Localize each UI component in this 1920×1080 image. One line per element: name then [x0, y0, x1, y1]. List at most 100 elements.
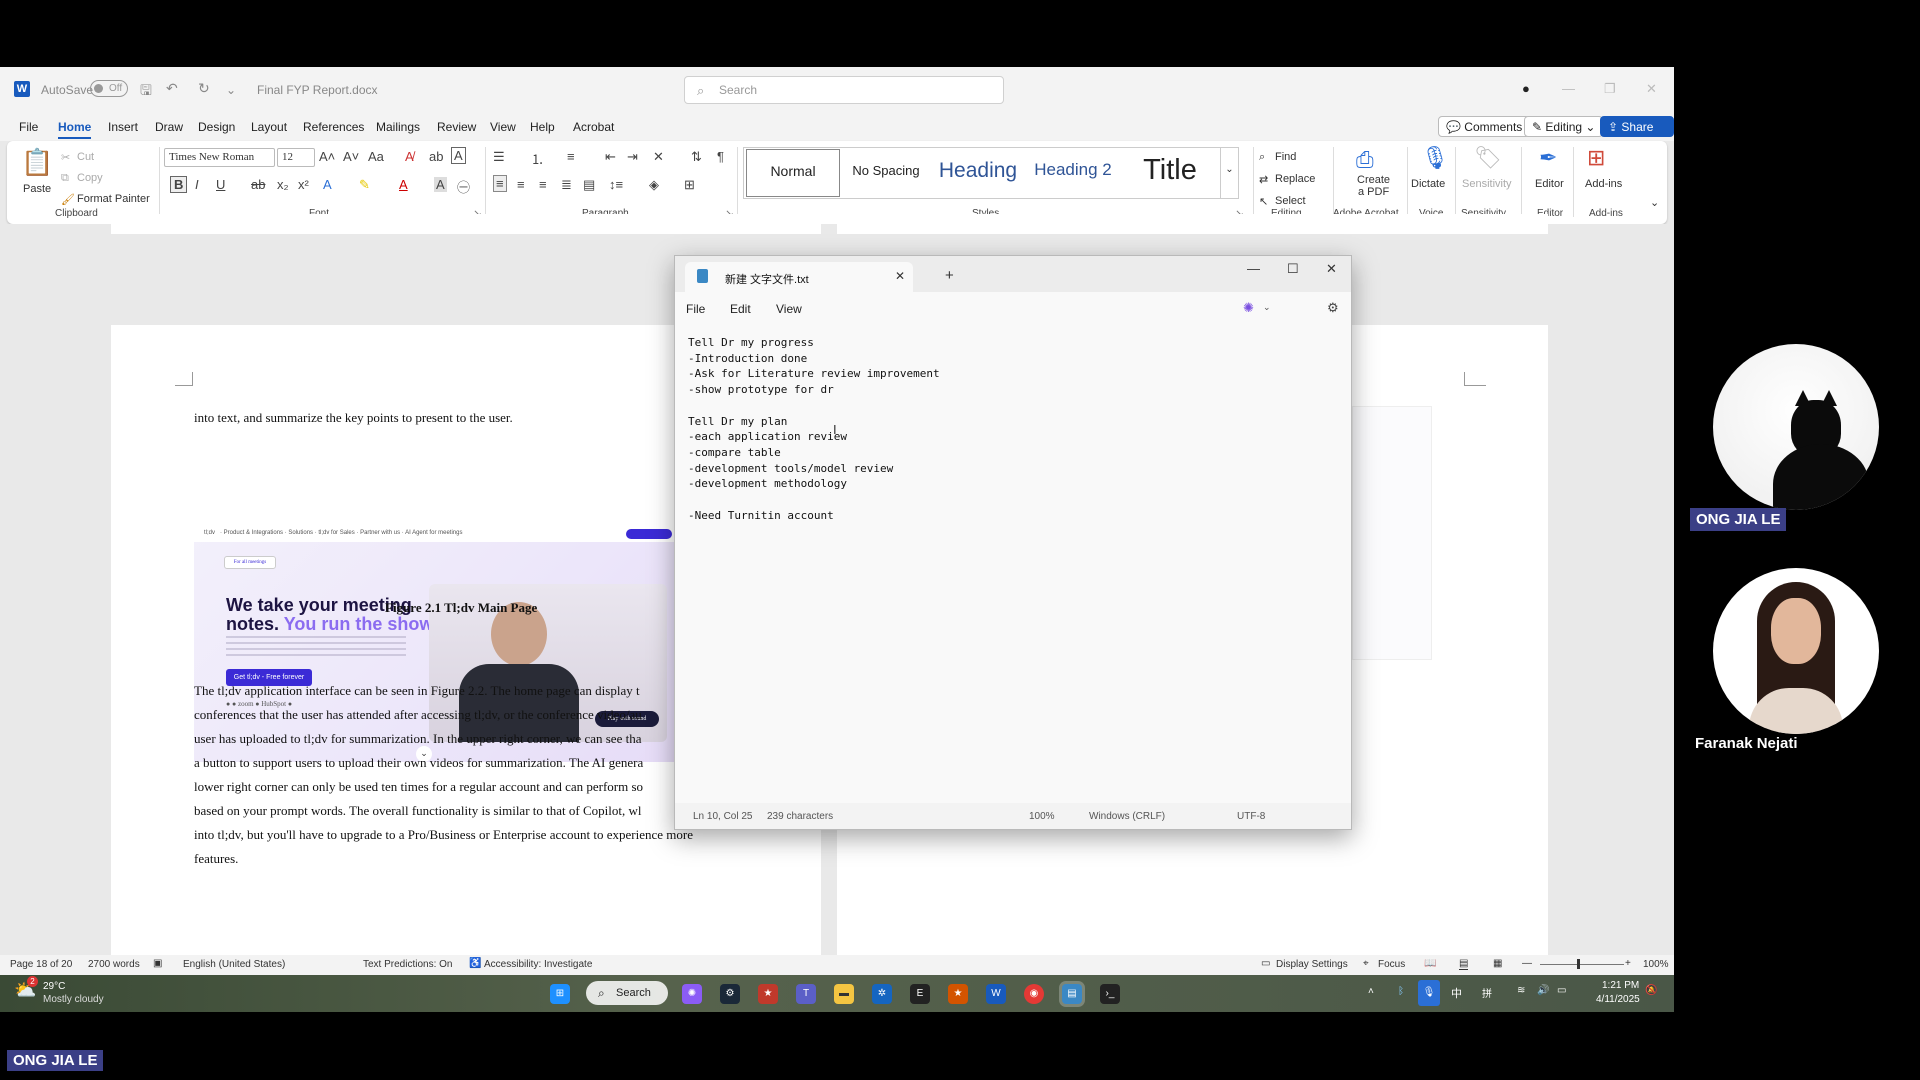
- new-tab-icon[interactable]: +: [945, 267, 954, 284]
- style-no-spacing[interactable]: No Spacing: [842, 148, 930, 198]
- restore-icon[interactable]: ❐: [1604, 81, 1616, 97]
- find-icon[interactable]: ⌕: [1259, 151, 1265, 164]
- style-normal[interactable]: Normal: [746, 149, 840, 197]
- customize-qat-icon[interactable]: ⌄: [226, 83, 236, 97]
- comments-button[interactable]: 💬 Comments: [1438, 116, 1531, 137]
- addins-icon[interactable]: ⊞: [1587, 145, 1605, 171]
- minimize-icon[interactable]: —: [1562, 81, 1575, 96]
- subscript-icon[interactable]: x₂: [277, 177, 289, 192]
- decrease-indent-icon[interactable]: ⇤: [605, 149, 616, 165]
- participant-video-cat[interactable]: [1713, 344, 1879, 510]
- proofing-icon[interactable]: ▣: [153, 958, 162, 969]
- shading-icon[interactable]: A: [434, 177, 447, 192]
- tab-file[interactable]: File: [19, 120, 38, 134]
- tab-help[interactable]: Help: [530, 120, 555, 134]
- epic-games-icon[interactable]: E: [910, 984, 930, 1004]
- grow-font-icon[interactable]: A˄: [319, 149, 335, 164]
- copy-icon[interactable]: ⧉: [61, 172, 69, 185]
- save-icon[interactable]: 🖫: [140, 80, 152, 104]
- tab-insert[interactable]: Insert: [108, 120, 138, 134]
- font-size-select[interactable]: 12: [277, 148, 315, 167]
- editor-button[interactable]: Editor: [1535, 178, 1564, 190]
- settings-gear-icon[interactable]: ⚙: [1327, 300, 1339, 316]
- word-count[interactable]: 2700 words: [88, 959, 140, 970]
- bluetooth-icon[interactable]: ᛒ: [1398, 986, 1404, 997]
- tab-draw[interactable]: Draw: [155, 120, 183, 134]
- minimize-icon[interactable]: —: [1247, 261, 1260, 276]
- terminal-icon[interactable]: ›_: [1100, 984, 1120, 1004]
- weather-description[interactable]: Mostly cloudy: [43, 994, 104, 1005]
- editor-icon[interactable]: ✒: [1539, 145, 1557, 171]
- collapse-ribbon-icon[interactable]: ⌄: [1650, 196, 1659, 209]
- close-tab-icon[interactable]: ✕: [895, 269, 905, 283]
- clock-date[interactable]: 4/11/2025: [1596, 994, 1640, 1005]
- chrome-icon[interactable]: ◉: [1024, 984, 1044, 1004]
- tab-design[interactable]: Design: [198, 120, 235, 134]
- distributed-icon[interactable]: ▤: [583, 177, 595, 193]
- word-taskbar-icon[interactable]: W: [986, 984, 1006, 1004]
- wifi-icon[interactable]: ≋: [1517, 985, 1525, 996]
- taskbar-search[interactable]: ⌕ Search: [586, 981, 668, 1005]
- zoom-level[interactable]: 100%: [1643, 959, 1669, 970]
- notepad-window[interactable]: 新建 文字文件.txt ✕ + — ☐ ✕ File Edit View ✺ ⌄…: [674, 255, 1352, 830]
- weather-temp[interactable]: 29°C: [43, 981, 65, 992]
- cut-button[interactable]: Cut: [77, 151, 94, 163]
- notepad-zoom[interactable]: 100%: [1029, 811, 1055, 822]
- bold-icon[interactable]: B: [170, 176, 188, 193]
- teams-icon[interactable]: T: [796, 984, 816, 1004]
- bullets-icon[interactable]: ☰: [493, 149, 505, 165]
- zoom-slider-handle[interactable]: [1577, 959, 1580, 969]
- participant-video-faranak[interactable]: [1713, 568, 1879, 734]
- dictate-button[interactable]: Dictate: [1411, 178, 1445, 190]
- find-button[interactable]: Find: [1275, 151, 1296, 163]
- paste-button[interactable]: Paste: [23, 183, 51, 195]
- page-count[interactable]: Page 18 of 20: [10, 959, 72, 970]
- create-pdf-line1[interactable]: Create: [1357, 174, 1390, 186]
- mic-active-icon[interactable]: 🎙: [1418, 980, 1440, 1006]
- web-layout-icon[interactable]: ▦: [1493, 958, 1502, 969]
- increase-indent-icon[interactable]: ⇥: [627, 149, 638, 165]
- underline-icon[interactable]: U: [216, 177, 225, 192]
- document-name[interactable]: Final FYP Report.docx: [257, 83, 378, 97]
- replace-button[interactable]: Replace: [1275, 173, 1315, 185]
- borders-icon[interactable]: ⊞: [684, 177, 695, 193]
- notepad-tab[interactable]: 新建 文字文件.txt ✕: [685, 262, 913, 292]
- select-button[interactable]: Select: [1275, 195, 1306, 207]
- align-left-icon[interactable]: ≡: [493, 175, 507, 192]
- maximize-icon[interactable]: ☐: [1287, 261, 1299, 277]
- notepad-taskbar-icon[interactable]: ▤: [1062, 984, 1082, 1004]
- file-explorer-icon[interactable]: ▬: [834, 984, 854, 1004]
- paste-icon[interactable]: 📋: [21, 147, 53, 178]
- sensitivity-button[interactable]: Sensitivity: [1462, 178, 1512, 190]
- search-input[interactable]: ⌕ Search: [684, 76, 1004, 104]
- style-heading-2[interactable]: Heading 2: [1026, 148, 1120, 198]
- notifications-icon[interactable]: 🔕: [1645, 985, 1657, 996]
- app-icon[interactable]: ✲: [872, 984, 892, 1004]
- tab-acrobat[interactable]: Acrobat: [573, 120, 614, 134]
- style-title[interactable]: Title: [1120, 148, 1220, 198]
- tab-review[interactable]: Review: [437, 120, 476, 134]
- font-color-icon[interactable]: A: [399, 177, 408, 192]
- steam-icon[interactable]: ⚙: [720, 984, 740, 1004]
- create-pdf-line2[interactable]: a PDF: [1358, 186, 1389, 198]
- print-layout-icon[interactable]: ▤: [1459, 958, 1469, 970]
- strikethrough-icon[interactable]: ab: [251, 177, 265, 192]
- game-app-icon-2[interactable]: ★: [948, 984, 968, 1004]
- change-case-icon[interactable]: Aa: [368, 149, 384, 164]
- justify-icon[interactable]: ≣: [561, 177, 572, 193]
- create-pdf-icon[interactable]: ⎙: [1356, 147, 1374, 173]
- start-icon[interactable]: ⊞: [550, 984, 570, 1004]
- font-name-select[interactable]: Times New Roman: [164, 148, 275, 167]
- clock-time[interactable]: 1:21 PM: [1602, 980, 1639, 991]
- superscript-icon[interactable]: x²: [298, 177, 309, 192]
- line-ending[interactable]: Windows (CRLF): [1089, 811, 1165, 822]
- highlight-icon[interactable]: ✎: [359, 177, 370, 193]
- close-icon[interactable]: ✕: [1326, 261, 1337, 277]
- encoding[interactable]: UTF-8: [1237, 811, 1265, 822]
- align-center-icon[interactable]: ≡: [517, 177, 525, 192]
- zoom-in-icon[interactable]: +: [1625, 958, 1631, 969]
- select-icon[interactable]: ↖: [1259, 195, 1268, 208]
- notepad-menu-edit[interactable]: Edit: [730, 302, 751, 316]
- show-formatting-icon[interactable]: ¶: [717, 149, 724, 164]
- chinese-layout-icon[interactable]: ✕: [653, 149, 664, 165]
